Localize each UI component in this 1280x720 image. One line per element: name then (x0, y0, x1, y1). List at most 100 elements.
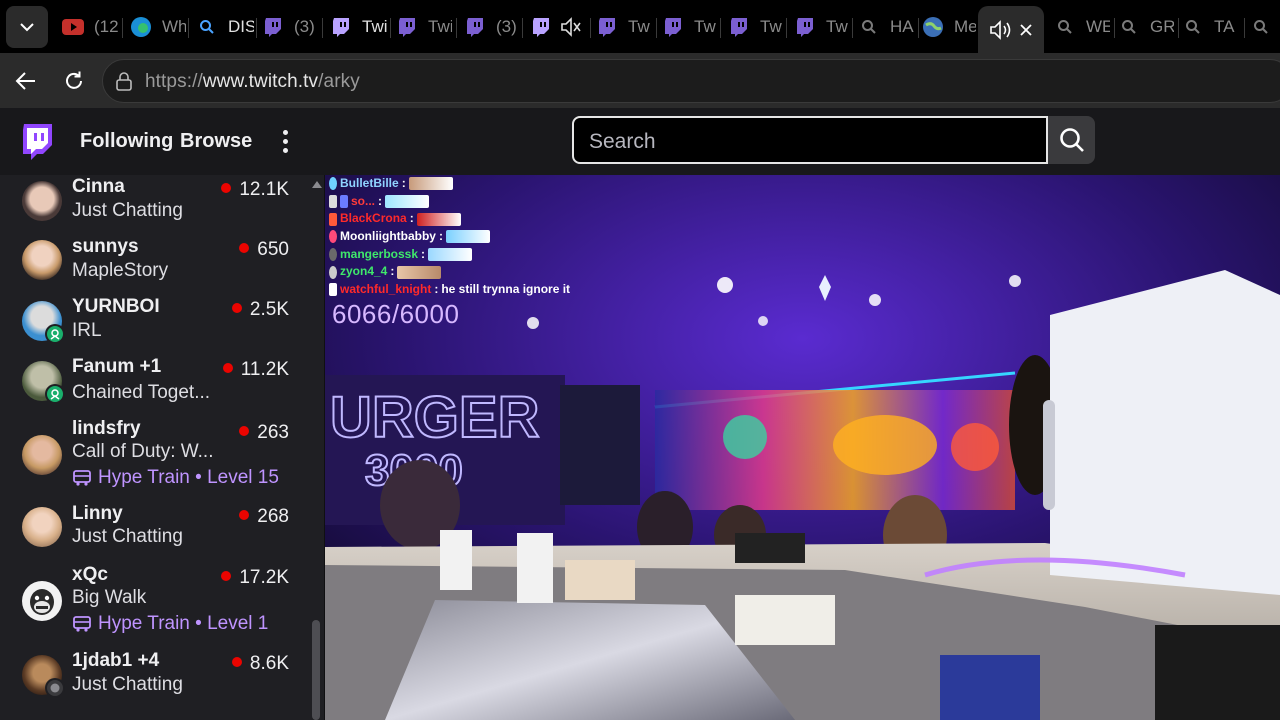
tab-list-button[interactable] (6, 6, 48, 48)
tab-title: (3) (496, 17, 517, 36)
active-tab[interactable] (978, 6, 1044, 53)
hype-train-status: Hype Train • Level 15 (72, 467, 279, 489)
address-bar[interactable]: https://www.twitch.tv/arky (102, 59, 1280, 103)
twitch-icon (262, 16, 284, 38)
reload-button[interactable] (56, 63, 92, 99)
following-link[interactable]: Following (80, 130, 173, 153)
youtube-icon (62, 16, 84, 38)
browser-tab[interactable]: HA (858, 8, 914, 46)
browser-tab[interactable]: Wh (130, 8, 186, 46)
browser-tab[interactable]: (12 (62, 8, 120, 46)
search-button[interactable] (1048, 116, 1095, 164)
viewer-count: 650 (239, 239, 289, 261)
channel-category: Call of Duty: W... (72, 441, 214, 462)
browser-tab[interactable] (530, 8, 588, 46)
speaker-icon[interactable] (989, 19, 1013, 41)
browse-link[interactable]: Browse (180, 130, 252, 153)
chat-message: BulletBille: (329, 175, 570, 193)
url-path: /arky (318, 71, 360, 92)
url-scheme: https:// (145, 71, 203, 92)
browser-tab[interactable]: WE (1054, 8, 1110, 46)
sidebar-channel[interactable]: sunnys MapleStory 650 (0, 235, 310, 293)
browser-tab[interactable]: Twi (396, 8, 452, 46)
channel-name: Linny (72, 503, 123, 524)
browser-tab[interactable]: DIS (196, 8, 254, 46)
sidebar-channel[interactable]: 1jdab1 +4 Just Chatting 8.6K (0, 649, 310, 709)
avatar (22, 301, 65, 344)
browser-tab[interactable]: GR (1118, 8, 1174, 46)
browser-tab[interactable]: Twi (330, 8, 388, 46)
more-options-button[interactable] (274, 126, 296, 156)
browser-tab[interactable]: Tw (794, 8, 850, 46)
browser-tab[interactable]: Tw (728, 8, 784, 46)
sidebar-channel[interactable]: lindsfry Call of Duty: W... Hype Train •… (0, 417, 310, 497)
twitch-icon (662, 16, 684, 38)
chevron-down-icon (20, 23, 34, 32)
live-indicator (231, 303, 242, 313)
sidebar-scrollbar[interactable] (310, 175, 324, 720)
video-player[interactable]: URGER 3000 BulletBill (325, 175, 1280, 720)
browser-tab[interactable]: Tw (596, 8, 652, 46)
chat-username: BlackCrona (340, 211, 407, 226)
twitch-icon (530, 16, 552, 38)
channel-name: sunnys (72, 236, 139, 257)
scroll-up-arrow-icon[interactable] (312, 181, 322, 188)
viewer-count: 2.5K (231, 299, 289, 321)
search-icon (1059, 128, 1084, 152)
chat-message: mangerbossk: (329, 246, 570, 264)
browser-tab[interactable] (1250, 8, 1280, 46)
channel-category: Big Walk (72, 587, 147, 608)
sidebar-channel[interactable]: Linny Just Chatting 268 (0, 502, 310, 562)
emote-icon (416, 212, 461, 226)
channel-name: YURNBOI (72, 296, 160, 317)
sidebar-channel[interactable]: Cinna Just Chatting 12.1K (0, 175, 310, 233)
chat-message: Moonliightbabby: (329, 228, 570, 246)
search-icon (1054, 16, 1076, 38)
tab-title: (3) (294, 17, 315, 36)
mute-icon[interactable] (560, 16, 582, 38)
browser-tab[interactable]: TA (1182, 8, 1238, 46)
browser-toolbar: https://www.twitch.tv/arky (0, 53, 1280, 108)
scroll-thumb[interactable] (312, 620, 320, 720)
search-input[interactable]: Search (572, 116, 1048, 164)
back-button[interactable] (8, 63, 44, 99)
emote-icon (385, 195, 430, 209)
sidebar-channel[interactable]: Fanum +1 Chained Toget... 11.2K (0, 355, 310, 415)
hype-train-label: Hype Train • Level 1 (98, 613, 269, 634)
chat-username: Moonliightbabby (340, 229, 436, 244)
avatar (22, 361, 65, 404)
close-icon[interactable] (1019, 23, 1033, 37)
browser-tab-strip: (12 Wh DIS (3) Twi Twi (3) Tw Tw Tw Tw H… (0, 0, 1280, 53)
tab-title: TA (1214, 17, 1235, 36)
sidebar-channel[interactable]: xQc Big Walk Hype Train • Level 1 17.2K (0, 563, 310, 643)
lock-icon[interactable] (115, 72, 133, 92)
twitch-icon (794, 16, 816, 38)
sidebar-channel[interactable]: YURNBOI IRL 2.5K (0, 295, 310, 353)
channel-category: IRL (72, 320, 102, 341)
tab-title: Tw (628, 17, 650, 36)
browser-tab[interactable]: Me (922, 8, 976, 46)
search-icon (1250, 16, 1272, 38)
browser-tab[interactable]: Tw (662, 8, 718, 46)
group-badge-icon (45, 678, 65, 698)
browser-tab[interactable]: (3) (464, 8, 522, 46)
badge-icon (329, 177, 337, 191)
browser-tab[interactable]: (3) (262, 8, 318, 46)
arrow-left-icon (15, 72, 35, 90)
chat-username: mangerbossk (340, 246, 419, 261)
emote-icon (428, 248, 473, 262)
chat-overlay: BulletBille: so...: BlackCrona: Moonliig… (329, 175, 570, 299)
followed-channels-sidebar: Cinna Just Chatting 12.1K sunnys MapleSt… (0, 175, 325, 720)
twitch-logo[interactable] (20, 123, 54, 166)
hype-train-icon (73, 470, 91, 486)
live-indicator (221, 183, 232, 193)
tab-title: Twi (362, 17, 388, 36)
chat-username: zyon4_4 (340, 264, 388, 279)
search-icon (196, 16, 218, 38)
reload-icon (66, 71, 82, 89)
tab-title: Tw (826, 17, 848, 36)
url-host: www.twitch.tv (202, 71, 319, 92)
avatar (22, 435, 62, 475)
viewer-count: 8.6K (231, 653, 289, 675)
search-icon (1118, 16, 1140, 38)
